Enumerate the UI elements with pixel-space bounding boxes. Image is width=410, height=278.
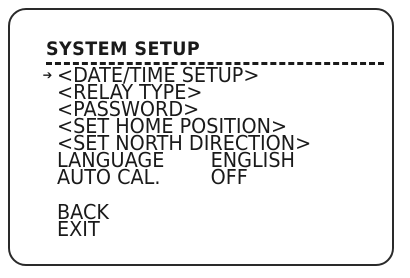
menu-item-exit[interactable]: EXIT <box>57 219 311 239</box>
menu-title: SYSTEM SETUP <box>46 38 201 60</box>
pointer-arrow-icon: ➔ <box>42 68 53 82</box>
auto-cal-value: OFF <box>210 165 248 189</box>
menu-item-auto-cal[interactable]: AUTO CAL. OFF <box>57 165 311 189</box>
menu-item-label: EXIT <box>57 217 100 241</box>
system-setup-menu: ➔ <DATE/TIME SETUP> <RELAY TYPE> <PASSWO… <box>43 65 322 239</box>
